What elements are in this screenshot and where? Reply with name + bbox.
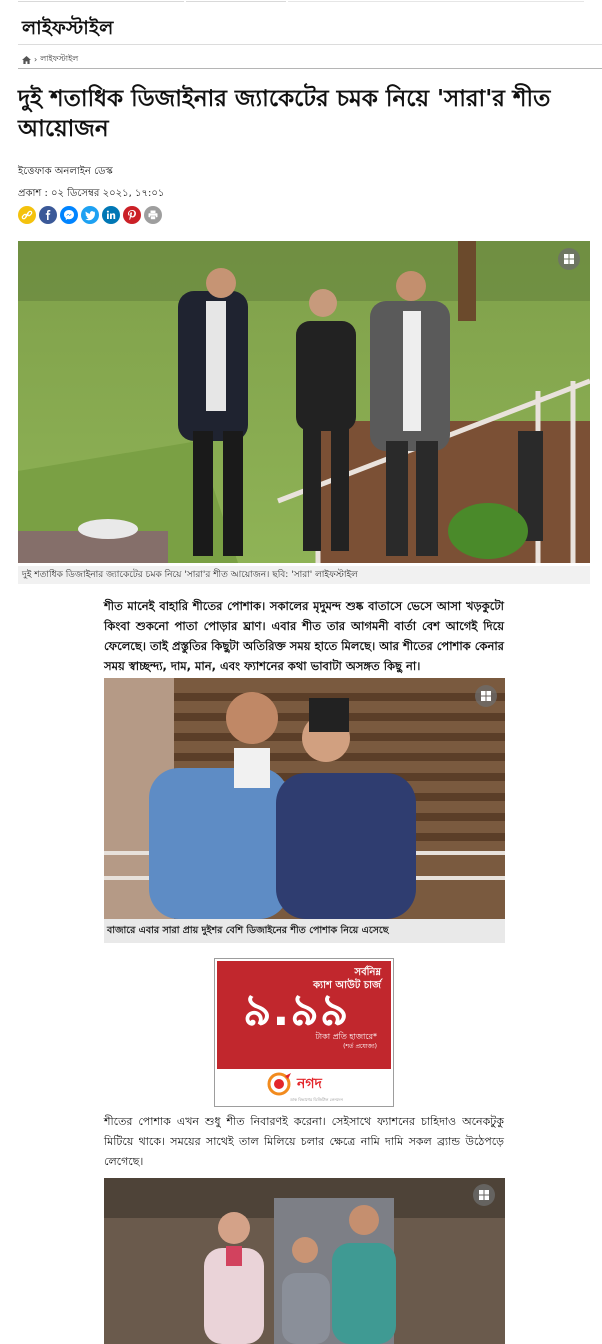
article-paragraph-1: শীত মানেই বাহারি শীতের পোশাক। সকালের মৃদ…: [104, 599, 504, 673]
ad-note: (শর্ত প্রযোজ্য): [343, 1043, 377, 1050]
top-tab-line: [0, 0, 602, 3]
gallery-icon[interactable]: [473, 1184, 495, 1206]
image-caption: বাজারে এবার সারা প্রায় দুইশর বেশি ডিজাই…: [104, 919, 505, 943]
ad-brand-logo: নগদ: [267, 1072, 322, 1096]
twitter-icon[interactable]: [81, 206, 99, 224]
breadcrumb-separator: ›: [34, 55, 38, 64]
breadcrumb: › লাইফস্টাইল: [22, 53, 78, 66]
article-image-3[interactable]: [104, 1178, 505, 1344]
print-icon[interactable]: [144, 206, 162, 224]
gallery-icon[interactable]: [475, 685, 497, 707]
article-image-main[interactable]: [18, 241, 590, 563]
ad-amount: ৯.৯৯: [243, 985, 350, 1036]
divider: [18, 68, 602, 69]
nagad-logo-icon: [267, 1072, 291, 1096]
ad-brand-name: নগদ: [297, 1076, 322, 1092]
publish-date: প্রকাশ : ০২ ডিসেম্বর ২০২১, ১৭:০১: [18, 188, 165, 199]
article-author[interactable]: ইত্তেফাক অনলাইন ডেস্ক: [18, 164, 113, 181]
home-icon[interactable]: [22, 55, 31, 64]
pinterest-icon[interactable]: [123, 206, 141, 224]
image-caption: দুই শতাধিক ডিজাইনার জ্যাকেটের চমক নিয়ে …: [18, 566, 590, 584]
section-title[interactable]: লাইফস্টাইল: [22, 14, 113, 46]
ad-brand-subtitle: ডাক বিভাগের ডিজিটাল লেনদেন: [290, 1097, 343, 1102]
ad-red-panel: সর্বনিম্ন ক্যাশ আউট চার্জ ৯.৯৯ টাকা প্রত…: [217, 961, 391, 1069]
article-image-2[interactable]: [104, 678, 505, 919]
linkedin-icon[interactable]: [102, 206, 120, 224]
facebook-icon[interactable]: [39, 206, 57, 224]
gallery-icon[interactable]: [558, 248, 580, 270]
messenger-icon[interactable]: [60, 206, 78, 224]
divider: [18, 44, 602, 45]
article-paragraph-2: শীতের পোশাক এখন শুধু শীত নিবারণই করেনা। …: [104, 1115, 504, 1168]
link-icon[interactable]: [18, 206, 36, 224]
share-bar: [18, 206, 162, 224]
breadcrumb-current[interactable]: লাইফস্টাইল: [40, 53, 78, 66]
article-headline: দুই শতাধিক ডিজাইনার জ্যাকেটের চমক নিয়ে …: [18, 86, 551, 142]
advertisement-banner[interactable]: সর্বনিম্ন ক্যাশ আউট চার্জ ৯.৯৯ টাকা প্রত…: [214, 958, 394, 1107]
